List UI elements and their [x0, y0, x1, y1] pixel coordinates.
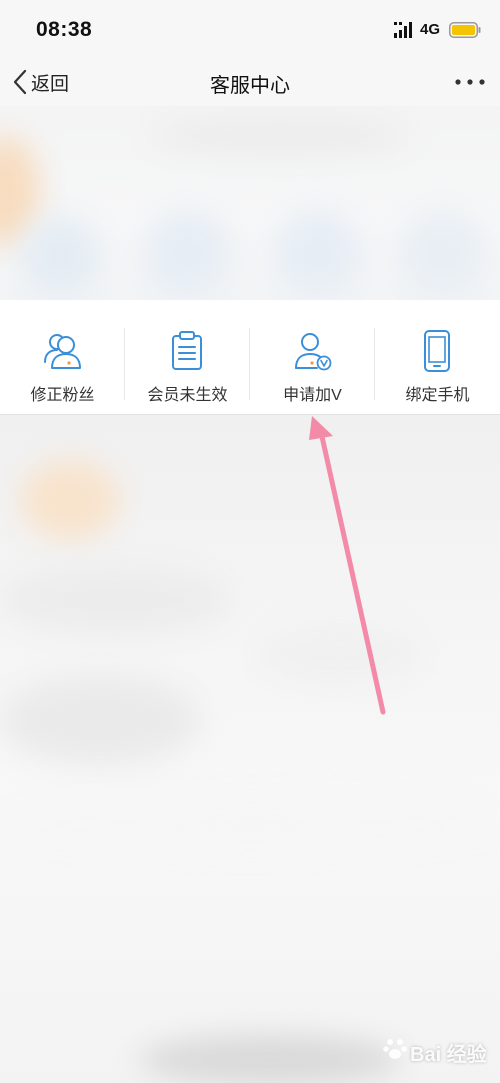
network-type: 4G [420, 21, 441, 38]
blurred-header-region [0, 106, 500, 300]
status-bar: 08:38 4G [0, 0, 500, 58]
signal-bars-icon [394, 22, 412, 38]
back-button[interactable]: 返回 [12, 67, 69, 97]
service-label: 绑定手机 [405, 387, 470, 404]
blurred-content-region [0, 415, 500, 1083]
service-apply-verified[interactable]: 申请加V [250, 300, 375, 414]
service-bind-phone[interactable]: 绑定手机 [375, 300, 500, 414]
service-label: 会员未生效 [147, 387, 228, 404]
service-label: 修正粉丝 [30, 387, 95, 404]
nav-bar: 返回 客服中心 [0, 58, 500, 106]
chevron-left-icon [13, 69, 27, 95]
back-label: 返回 [31, 73, 70, 95]
more-dots-icon[interactable] [450, 68, 490, 96]
fans-icon [44, 334, 81, 369]
service-label: 申请加V [283, 387, 342, 404]
clipboard-icon [172, 331, 202, 370]
battery-icon [449, 22, 481, 38]
page-title: 客服中心 [210, 75, 290, 97]
service-panel: 修正粉丝 会员未生效 申请加V 绑定手机 [0, 300, 500, 415]
phone-icon [424, 330, 450, 372]
service-fix-fans[interactable]: 修正粉丝 [0, 300, 125, 414]
status-time: 08:38 [36, 18, 93, 41]
verified-user-icon [295, 333, 332, 371]
service-membership-inactive[interactable]: 会员未生效 [125, 300, 250, 414]
